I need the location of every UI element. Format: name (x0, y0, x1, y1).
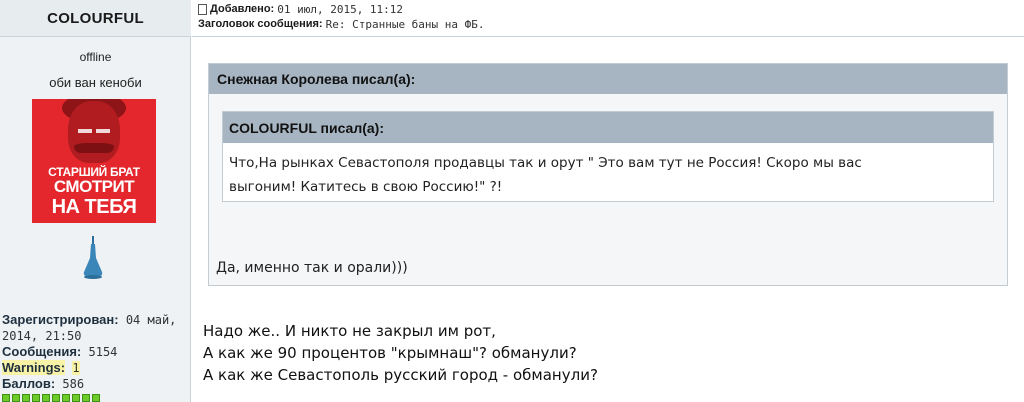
user-title: оби ван кеноби (49, 75, 142, 90)
avatar-left-eye (78, 129, 92, 133)
outer-quote: Снежная Королева писал(а): COLOURFUL пис… (208, 63, 1008, 286)
avatar-mustache (74, 143, 114, 153)
username-bar: COLOURFUL (0, 0, 191, 37)
reputation-bar (2, 394, 190, 402)
inner-quote-author: COLOURFUL писал(а): (223, 112, 993, 143)
points-value: 586 (62, 377, 85, 391)
warnings-value: 1 (72, 361, 80, 375)
added-label: Добавлено: (210, 3, 275, 15)
user-profile-stats: Зарегистрирован: 04 май, 2014, 21:50 Соо… (2, 312, 190, 402)
inner-quote: COLOURFUL писал(а): Что,На рынках Севаст… (222, 111, 994, 202)
points-label: Баллов: (2, 376, 56, 391)
added-value: 01 июл, 2015, 11:12 (277, 3, 404, 16)
post-body: Надо же.. И никто не закрыл им рот, А ка… (203, 320, 598, 386)
messages-label: Сообщения: (2, 344, 82, 359)
outer-quote-author: Снежная Королева писал(а): (209, 64, 1007, 94)
reputation-square (72, 394, 80, 402)
reputation-square (52, 394, 60, 402)
reputation-square (2, 394, 10, 402)
reputation-square (62, 394, 70, 402)
post-header: Добавлено: 01 июл, 2015, 11:12 Заголовок… (192, 0, 1024, 37)
online-status: offline (79, 50, 112, 64)
post-body-line1: Надо же.. И никто не закрыл им рот, (203, 322, 496, 340)
avatar-face (68, 101, 120, 163)
bell-rank-icon (83, 236, 103, 279)
outer-quote-reply: Да, именно так и орали))) (216, 260, 408, 276)
reputation-square (82, 394, 90, 402)
avatar: СТАРШИЙ БРАТ СМОТРИТ НА ТЕБЯ (32, 99, 156, 223)
reputation-square (22, 394, 30, 402)
reputation-square (42, 394, 50, 402)
avatar-text-line3: НА ТЕБЯ (51, 196, 137, 218)
post-document-icon[interactable] (198, 4, 207, 15)
reputation-square (32, 394, 40, 402)
inner-quote-line2: выгоним! Катитесь в свою Россию!" ?! (229, 179, 503, 195)
username[interactable]: COLOURFUL (47, 10, 144, 27)
post-body-line2: А как же 90 процентов "крымнаш"? обманул… (203, 344, 577, 362)
reputation-square (12, 394, 20, 402)
subject-value: Re: Странные баны на ФБ. (325, 18, 485, 31)
registered-label: Зарегистрирован: (2, 312, 119, 327)
inner-quote-line1: Что,На рынках Севастополя продавцы так и… (229, 155, 862, 171)
warnings-label: Warnings: (2, 360, 66, 375)
avatar-text-line2: СМОТРИТ (53, 177, 135, 196)
subject-label: Заголовок сообщения: (198, 18, 323, 30)
inner-quote-text: Что,На рынках Севастополя продавцы так и… (223, 143, 993, 207)
user-sidebar: COLOURFUL offline оби ван кеноби СТАРШИЙ… (0, 0, 191, 402)
messages-value: 5154 (88, 345, 118, 359)
post-body-line3: А как же Севастополь русский город - обм… (203, 366, 598, 384)
avatar-right-eye (96, 129, 110, 133)
reputation-square (92, 394, 100, 402)
